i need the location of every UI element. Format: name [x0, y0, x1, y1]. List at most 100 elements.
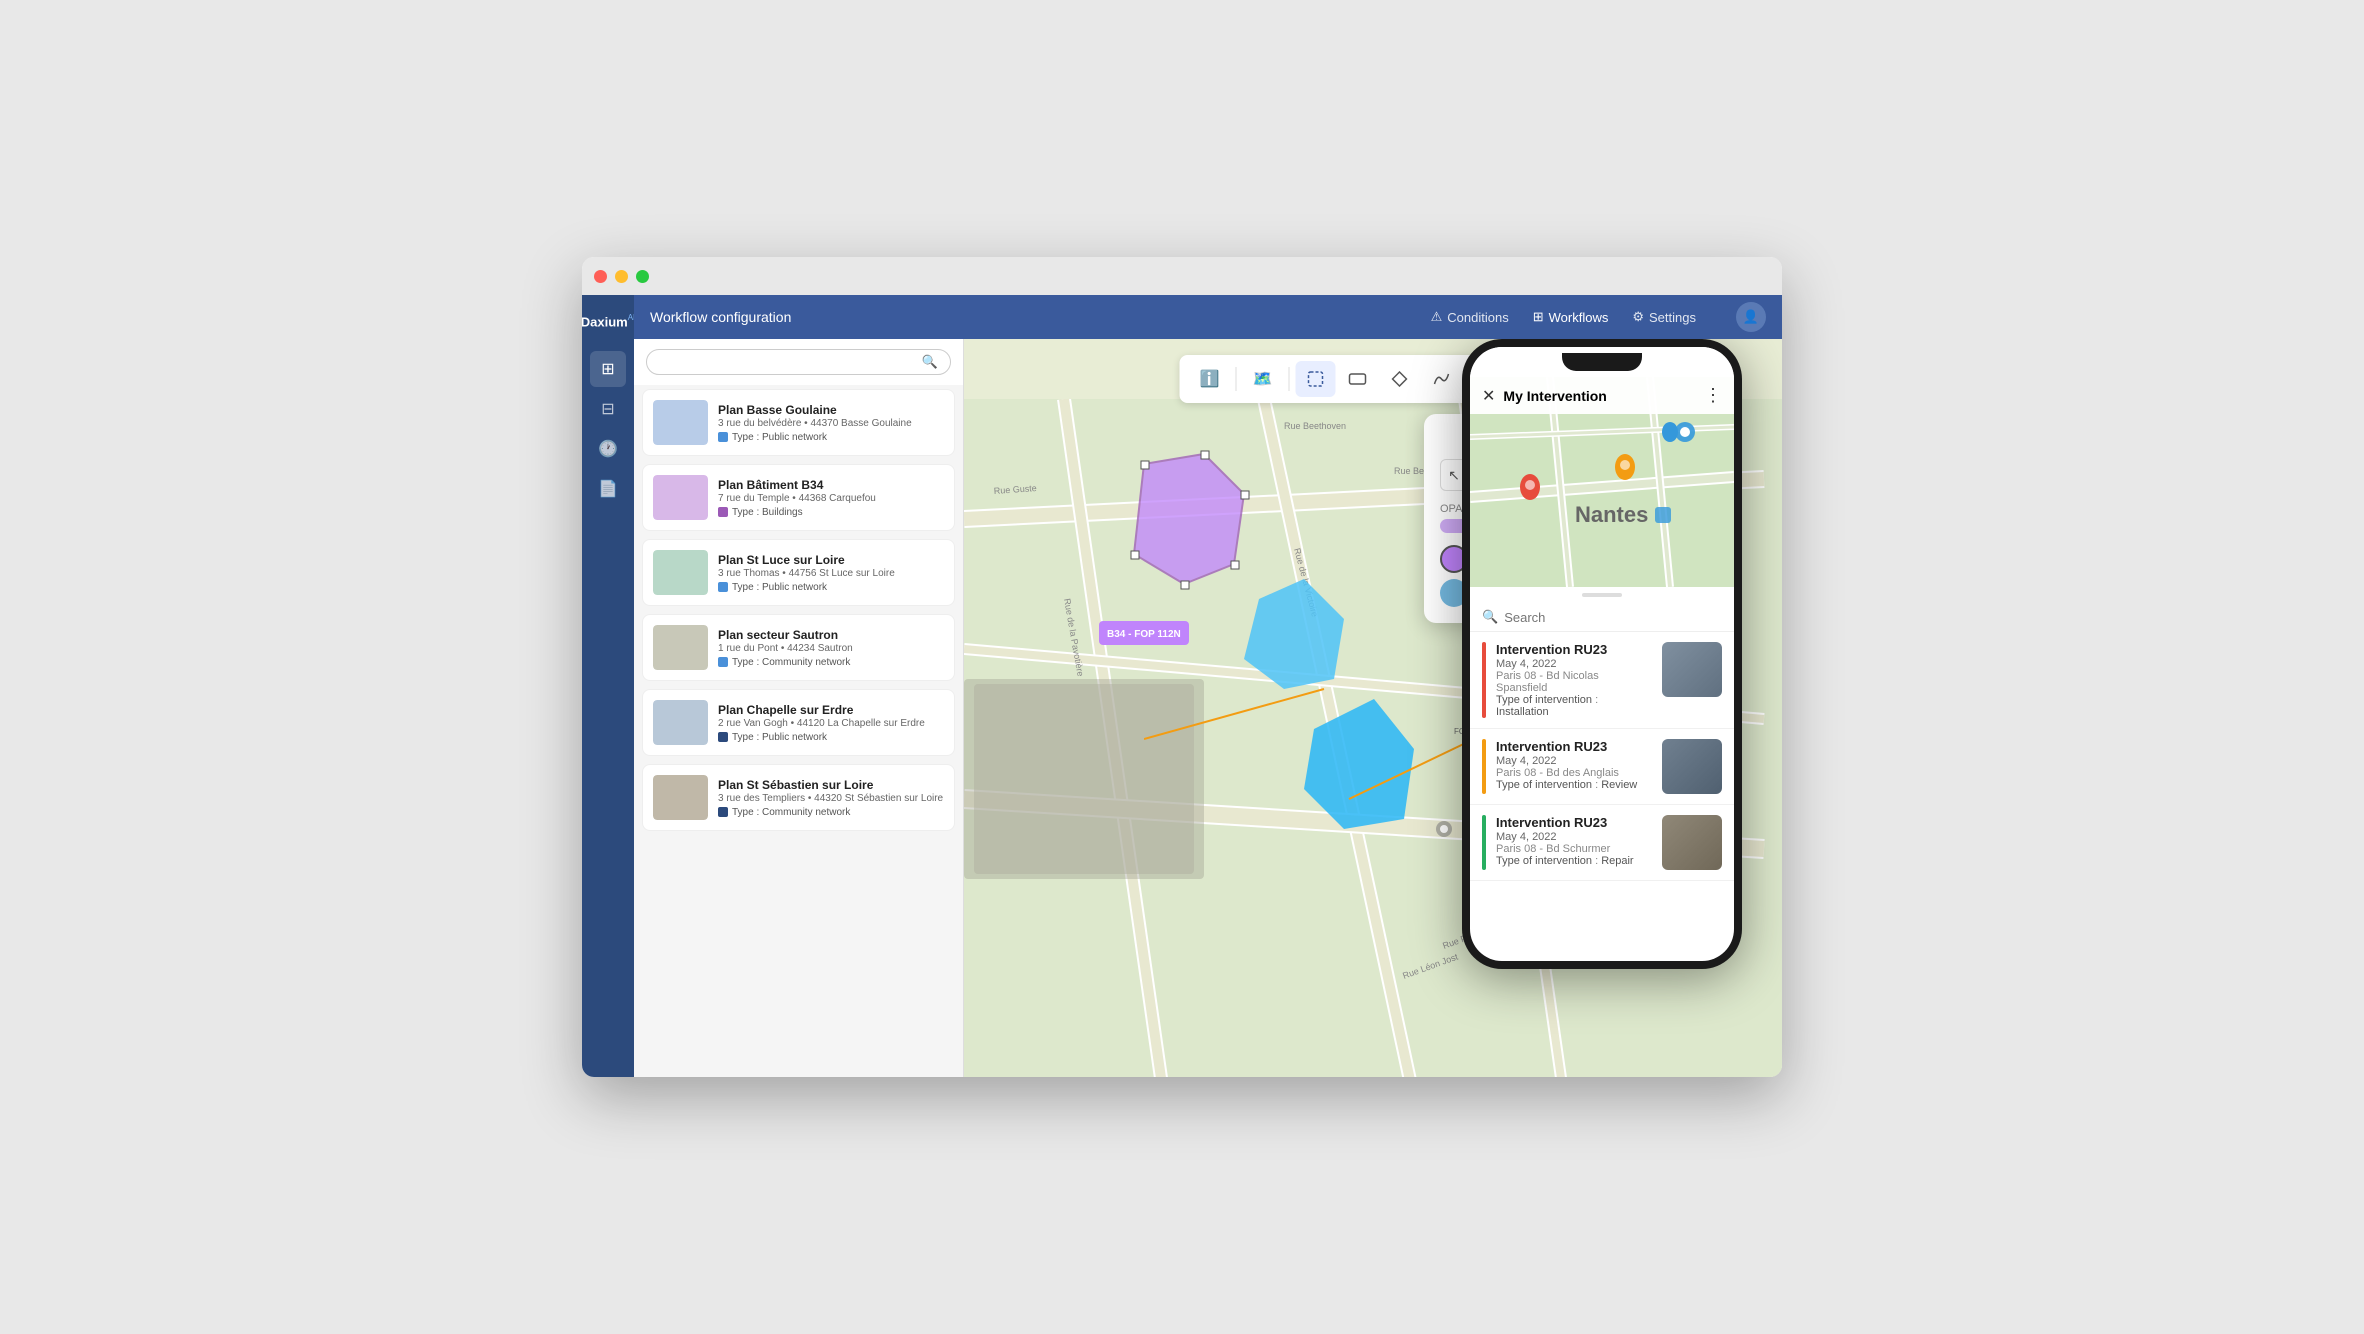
- intervention-loc-1: Paris 08 - Bd Nicolas Spansfield: [1496, 670, 1652, 694]
- minimize-button[interactable]: [615, 270, 628, 283]
- plan-name-4: Plan secteur Sautron: [718, 628, 944, 642]
- accent-2: [1482, 739, 1486, 794]
- plan-info-6: Plan St Sébastien sur Loire 3 rue des Te…: [718, 778, 944, 818]
- header-nav: ⚠ Conditions ⊞ Workflows ⚙ Settings 👤: [1431, 302, 1766, 332]
- intervention-list: Intervention RU23 May 4, 2022 Paris 08 -…: [1470, 632, 1734, 961]
- plan-type-5: Type : Public network: [718, 732, 944, 743]
- search-input[interactable]: [659, 355, 922, 370]
- plan-item-6[interactable]: Plan St Sébastien sur Loire 3 rue des Te…: [642, 764, 955, 831]
- toolbar-rectangle[interactable]: [1338, 361, 1378, 397]
- plan-name-3: Plan St Luce sur Loire: [718, 553, 944, 567]
- intervention-date-1: May 4, 2022: [1496, 658, 1652, 670]
- svg-text:Nantes: Nantes: [1575, 502, 1648, 527]
- plan-info-1: Plan Basse Goulaine 3 rue du belvédère •…: [718, 403, 944, 443]
- phone-close-icon[interactable]: ✕: [1482, 386, 1495, 406]
- type-dot-1: [718, 432, 728, 442]
- nav-workflows[interactable]: ⊞ Workflows: [1533, 302, 1609, 332]
- plan-item-1[interactable]: Plan Basse Goulaine 3 rue du belvédère •…: [642, 389, 955, 456]
- svg-text:Rue Beethoven: Rue Beethoven: [1284, 421, 1346, 431]
- intervention-item-1[interactable]: Intervention RU23 May 4, 2022 Paris 08 -…: [1470, 632, 1734, 729]
- toolbar-select[interactable]: [1296, 361, 1336, 397]
- phone-screen: Nantes: [1470, 347, 1734, 961]
- close-button[interactable]: [594, 270, 607, 283]
- plan-item-4[interactable]: Plan secteur Sautron 1 rue du Pont • 442…: [642, 614, 955, 681]
- intervention-item-2[interactable]: Intervention RU23 May 4, 2022 Paris 08 -…: [1470, 729, 1734, 805]
- plan-item-2[interactable]: Plan Bâtiment B34 7 rue du Temple • 4436…: [642, 464, 955, 531]
- phone-search-icon: 🔍: [1482, 609, 1498, 625]
- sidebar-item-grid[interactable]: ⊞: [590, 351, 626, 387]
- nav-conditions[interactable]: ⚠ Conditions: [1431, 302, 1509, 332]
- selected-shape-area: [1084, 444, 1284, 649]
- grid-icon: ⊞: [1533, 309, 1544, 325]
- type-dot-2: [718, 507, 728, 517]
- intervention-thumb-2: [1662, 739, 1722, 794]
- phone-frame: Nantes: [1462, 339, 1742, 969]
- phone-header: ✕ My Intervention ⋮: [1470, 377, 1734, 414]
- phone-search: 🔍: [1470, 603, 1734, 632]
- app-logo: DaxiumAI: [582, 305, 635, 339]
- toolbar-diamond[interactable]: [1380, 361, 1420, 397]
- intervention-title-3: Intervention RU23: [1496, 815, 1652, 830]
- plan-name-1: Plan Basse Goulaine: [718, 403, 944, 417]
- phone-more-icon[interactable]: ⋮: [1704, 385, 1722, 406]
- sidebar-item-clock[interactable]: 🕐: [590, 431, 626, 467]
- intervention-title-1: Intervention RU23: [1496, 642, 1652, 657]
- app-container: DaxiumAI ⊞ ⊟ 🕐 📄 Workflow configuration …: [582, 295, 1782, 1077]
- search-input-wrap[interactable]: 🔍: [646, 349, 951, 375]
- plan-addr-1: 3 rue du belvédère • 44370 Basse Goulain…: [718, 418, 944, 429]
- plan-type-1: Type : Public network: [718, 432, 944, 443]
- intervention-thumb-3: [1662, 815, 1722, 870]
- plan-type-6: Type : Community network: [718, 807, 944, 818]
- intervention-loc-2: Paris 08 - Bd des Anglais: [1496, 767, 1652, 779]
- plan-thumb-6: [653, 775, 708, 820]
- intervention-loc-3: Paris 08 - Bd Schurmer: [1496, 843, 1652, 855]
- phone-status-bar: [1470, 347, 1734, 377]
- thumb-bg-3: [1662, 815, 1722, 870]
- thumb-bg-1: [1662, 642, 1722, 697]
- shape-label: B34 - FOP 112N: [1099, 621, 1189, 645]
- type-dot-4: [718, 657, 728, 667]
- plan-name-6: Plan St Sébastien sur Loire: [718, 778, 944, 792]
- type-dot-6: [718, 807, 728, 817]
- plan-name-2: Plan Bâtiment B34: [718, 478, 944, 492]
- logo-text: Daxium: [582, 314, 628, 329]
- intervention-title-2: Intervention RU23: [1496, 739, 1652, 754]
- map-area[interactable]: ℹ️ 🗺️: [964, 339, 1782, 1077]
- sidebar-item-map[interactable]: ⊟: [590, 391, 626, 427]
- accent-3: [1482, 815, 1486, 870]
- toolbar-info[interactable]: ℹ️: [1190, 361, 1230, 397]
- user-avatar[interactable]: 👤: [1736, 302, 1766, 332]
- intervention-info-1: Intervention RU23 May 4, 2022 Paris 08 -…: [1496, 642, 1652, 718]
- drag-handle-bar: [1582, 593, 1622, 597]
- search-icon: 🔍: [922, 354, 938, 370]
- sidebar-item-docs[interactable]: 📄: [590, 471, 626, 507]
- plan-info-3: Plan St Luce sur Loire 3 rue Thomas • 44…: [718, 553, 944, 593]
- nav-settings[interactable]: ⚙ Settings: [1632, 302, 1696, 332]
- thumb-bg-2: [1662, 739, 1722, 794]
- plan-addr-5: 2 rue Van Gogh • 44120 La Chapelle sur E…: [718, 718, 944, 729]
- intervention-type-1: Type of intervention : Installation: [1496, 694, 1652, 718]
- plan-addr-3: 3 rue Thomas • 44756 St Luce sur Loire: [718, 568, 944, 579]
- phone-map: Nantes: [1470, 377, 1734, 587]
- toolbar-map[interactable]: 🗺️: [1243, 361, 1283, 397]
- shape-label-text: B34 - FOP 112N: [1107, 629, 1181, 640]
- phone-title: My Intervention: [1503, 388, 1696, 404]
- titlebar: [582, 257, 1782, 295]
- intervention-info-2: Intervention RU23 May 4, 2022 Paris 08 -…: [1496, 739, 1652, 794]
- intervention-thumb-1: [1662, 642, 1722, 697]
- toolbar-line[interactable]: [1422, 361, 1462, 397]
- intervention-item-3[interactable]: Intervention RU23 May 4, 2022 Paris 08 -…: [1470, 805, 1734, 881]
- plan-thumb-2: [653, 475, 708, 520]
- plan-type-4: Type : Community network: [718, 657, 944, 668]
- main-window: DaxiumAI ⊞ ⊟ 🕐 📄 Workflow configuration …: [582, 257, 1782, 1077]
- plan-item-5[interactable]: Plan Chapelle sur Erdre 2 rue Van Gogh •…: [642, 689, 955, 756]
- phone-search-input[interactable]: [1504, 610, 1722, 625]
- maximize-button[interactable]: [636, 270, 649, 283]
- intervention-date-2: May 4, 2022: [1496, 755, 1652, 767]
- plan-info-2: Plan Bâtiment B34 7 rue du Temple • 4436…: [718, 478, 944, 518]
- plan-name-5: Plan Chapelle sur Erdre: [718, 703, 944, 717]
- plan-item-3[interactable]: Plan St Luce sur Loire 3 rue Thomas • 44…: [642, 539, 955, 606]
- app-header: Workflow configuration ⚠ Conditions ⊞ Wo…: [634, 295, 1782, 339]
- plan-thumb-4: [653, 625, 708, 670]
- plan-thumb-5: [653, 700, 708, 745]
